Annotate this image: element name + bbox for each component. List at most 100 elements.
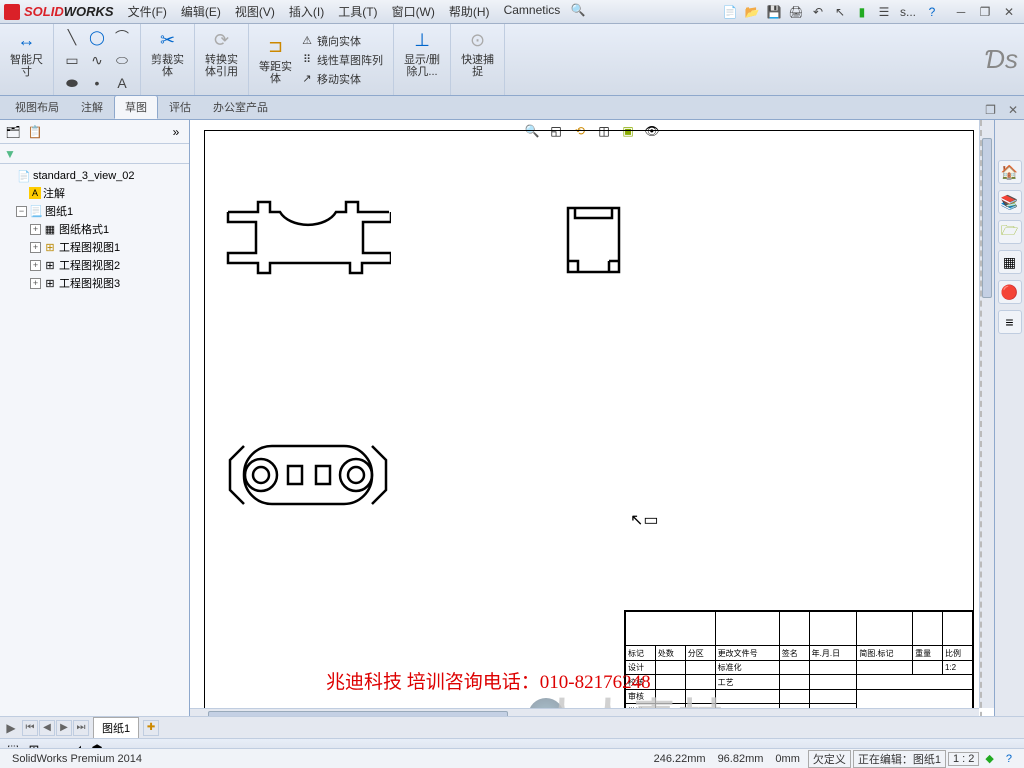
new-icon[interactable]: 📄 (720, 3, 740, 21)
tree-view-1[interactable]: +⊞工程图视图1 (4, 238, 185, 256)
collapse-icon[interactable]: − (16, 206, 27, 217)
doc-switch[interactable]: s... (896, 3, 920, 21)
pattern-icon: ⠿ (300, 53, 314, 66)
text-icon[interactable]: A (110, 72, 134, 94)
expand-icon[interactable]: + (30, 224, 41, 235)
mirror-button[interactable]: ⚠镜向实体 (296, 32, 387, 50)
menu-edit[interactable]: 编辑(E) (175, 1, 227, 22)
tree-view-2[interactable]: +⊞工程图视图2 (4, 256, 185, 274)
doc-close-icon[interactable]: ✕ (1002, 101, 1024, 119)
circle-icon[interactable]: ◯ (85, 26, 109, 48)
tp-palette-icon[interactable]: ▦ (998, 250, 1022, 274)
slot-icon[interactable]: ⬬ (60, 72, 84, 94)
tp-home-icon[interactable]: 🏠 (998, 160, 1022, 184)
ribbon: ↔ 智能尺 寸 ╲ ◯ ⌒ ▭ ∿ ⬭ ⬬ • A ✂ 剪裁实 体 ⟳ 转换实 … (0, 24, 1024, 96)
dimension-icon: ↔ (15, 28, 39, 52)
tree-root[interactable]: 📄standard_3_view_02 (4, 168, 185, 184)
menu-view[interactable]: 视图(V) (229, 1, 281, 22)
snap-button[interactable]: ⊙ 快速捕 捉 (457, 26, 498, 80)
drawing-view-1[interactable] (226, 200, 391, 275)
minimize-icon[interactable]: ─ (950, 4, 972, 20)
expand-icon[interactable]: + (30, 260, 41, 271)
rect-icon[interactable]: ▭ (60, 49, 84, 71)
restore-icon[interactable]: ❐ (974, 4, 996, 20)
sheet-icon: 📃 (29, 204, 43, 218)
tree-sheet[interactable]: −📃图纸1 (4, 202, 185, 220)
drawing-view-2[interactable] (566, 206, 621, 274)
offset-button[interactable]: ⊐ 等距实 体 (255, 33, 296, 87)
ribbon-group-convert: ⟳ 转换实 体引用 (195, 24, 249, 95)
undo-icon[interactable]: ↶ (808, 3, 828, 21)
close-icon[interactable]: ✕ (998, 4, 1020, 20)
property-tab-icon[interactable]: 📋 (26, 123, 44, 141)
arc-icon[interactable]: ⌒ (110, 26, 134, 48)
open-icon[interactable]: 📂 (742, 3, 762, 21)
select-icon[interactable]: ↖ (830, 3, 850, 21)
tp-properties-icon[interactable]: ≡ (998, 310, 1022, 334)
scroll-thumb[interactable] (982, 138, 992, 298)
filter-bar[interactable]: ▼ (0, 144, 189, 164)
tab-evaluate[interactable]: 评估 (158, 95, 202, 119)
first-sheet-icon[interactable]: ⏮ (22, 720, 38, 736)
tree-annotations[interactable]: A注解 (4, 184, 185, 202)
sheet-tab-1[interactable]: 图纸1 (93, 717, 139, 739)
menu-help[interactable]: 帮助(H) (443, 1, 496, 22)
status-customize-icon[interactable]: ◆ (979, 752, 999, 765)
add-sheet-icon[interactable]: ✚ (143, 720, 159, 736)
feature-tree-tab-icon[interactable]: 🗂 (4, 123, 22, 141)
sketch-entities-grid: ╲ ◯ ⌒ ▭ ∿ ⬭ ⬬ • A (60, 26, 134, 94)
display-button[interactable]: ⊥ 显示/删 除几... (400, 26, 444, 80)
ribbon-group-offset: ⊐ 等距实 体 ⚠镜向实体 ⠿线性草图阵列 ↗移动实体 (249, 24, 394, 95)
save-icon[interactable]: 💾 (764, 3, 784, 21)
line-icon[interactable]: ╲ (60, 26, 84, 48)
ellipse-icon[interactable]: ⬭ (110, 49, 134, 71)
doc-restore-icon[interactable]: ❐ (979, 101, 1002, 119)
expand-icon[interactable]: + (30, 242, 41, 253)
sheet-tab-bar: ▶ ⏮ ◀ ▶ ⏭ 图纸1 ✚ (0, 716, 1024, 738)
tab-sketch[interactable]: 草图 (114, 95, 158, 119)
tree-view-3[interactable]: +⊞工程图视图3 (4, 274, 185, 292)
print-icon[interactable]: 🖨 (786, 3, 806, 21)
spline-icon[interactable]: ∿ (85, 49, 109, 71)
menu-file[interactable]: 文件(F) (122, 1, 173, 22)
view-icon: ⊞ (43, 276, 57, 290)
last-sheet-icon[interactable]: ⏭ (73, 720, 89, 736)
tree-sheet-format[interactable]: +▦图纸格式1 (4, 220, 185, 238)
point-icon[interactable]: • (85, 72, 109, 94)
drawing-canvas[interactable]: 🔍 ◱ ⟲ ◫ ▣ 👁 (190, 120, 994, 738)
expand-icon[interactable]: + (30, 278, 41, 289)
next-sheet-icon[interactable]: ▶ (56, 720, 72, 736)
status-scale[interactable]: 1 : 2 (948, 752, 979, 766)
convert-button[interactable]: ⟳ 转换实 体引用 (201, 26, 242, 80)
rebuild-icon[interactable]: ▮ (852, 3, 872, 21)
offset-icon: ⊐ (264, 35, 288, 59)
smart-dimension-button[interactable]: ↔ 智能尺 寸 (6, 26, 47, 80)
drawing-view-3[interactable] (226, 440, 391, 510)
menu-window[interactable]: 窗口(W) (386, 1, 441, 22)
tp-appearance-icon[interactable]: 🔴 (998, 280, 1022, 304)
tp-library-icon[interactable]: 📚 (998, 190, 1022, 214)
panel-menu-icon[interactable]: » (167, 123, 185, 141)
motion-icon[interactable]: ▶ (4, 721, 18, 735)
trim-button[interactable]: ✂ 剪裁实 体 (147, 26, 188, 80)
menu-tools[interactable]: 工具(T) (332, 1, 383, 22)
convert-icon: ⟳ (210, 28, 234, 52)
tab-view-layout[interactable]: 视图布局 (4, 95, 70, 119)
prev-sheet-icon[interactable]: ◀ (39, 720, 55, 736)
options-icon[interactable]: ☰ (874, 3, 894, 21)
menu-camnetics[interactable]: Camnetics (498, 1, 567, 22)
move-button[interactable]: ↗移动实体 (296, 70, 387, 88)
status-help-icon[interactable]: ? (1000, 753, 1018, 765)
tab-office[interactable]: 办公室产品 (202, 95, 279, 119)
vertical-scrollbar[interactable] (979, 120, 994, 708)
mirror-icon: ⚠ (300, 34, 314, 47)
trim-icon: ✂ (156, 28, 180, 52)
tab-annotation[interactable]: 注解 (70, 95, 114, 119)
app-name: SOLIDWORKS (24, 4, 114, 19)
search-icon[interactable]: 🔍 (568, 1, 588, 19)
help-icon[interactable]: ? (922, 3, 942, 21)
tp-explorer-icon[interactable]: 🗁 (998, 220, 1022, 244)
ribbon-group-display: ⊥ 显示/删 除几... (394, 24, 451, 95)
menu-insert[interactable]: 插入(I) (283, 1, 330, 22)
linear-pattern-button[interactable]: ⠿线性草图阵列 (296, 51, 387, 69)
